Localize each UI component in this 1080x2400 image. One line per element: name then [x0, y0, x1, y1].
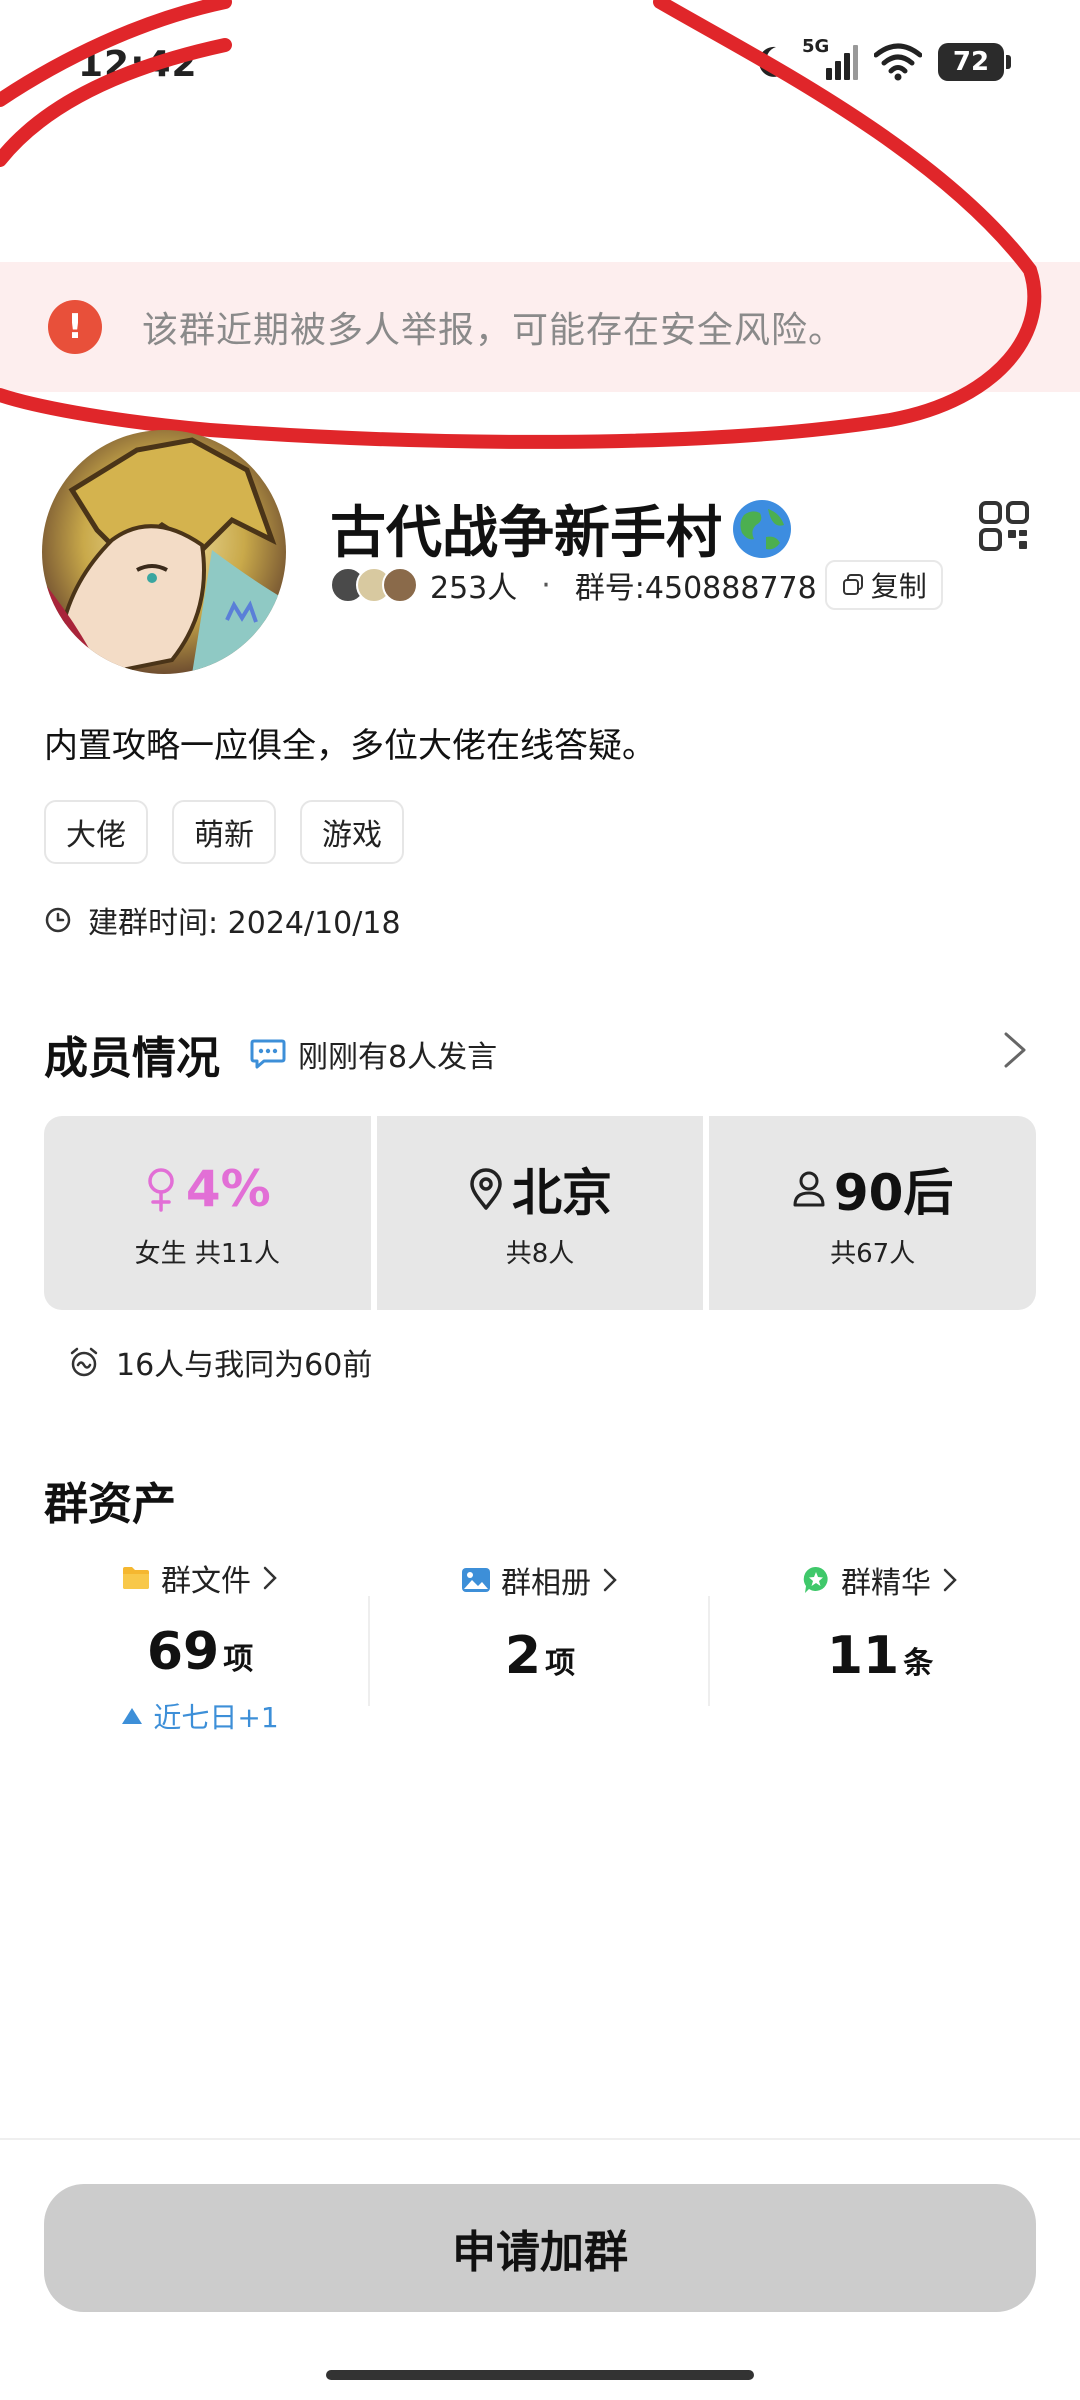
stat-age-value: 90后 [833, 1163, 954, 1222]
asset-album[interactable]: 群相册 2 项 [370, 1556, 710, 1736]
tag-youxi[interactable]: 游戏 [300, 800, 404, 864]
group-description: 内置攻略一应俱全，多位大佬在线答疑。 [44, 726, 656, 766]
triangle-up-icon [122, 1708, 143, 1724]
cellular-signal-icon: 5G [802, 36, 858, 82]
apply-join-button[interactable]: 申请加群 [44, 2184, 1036, 2312]
group-meta-row: 253人 · 群号:450888778 复制 [330, 560, 943, 610]
asset-files-head: 群文件 [121, 1556, 279, 1600]
stat-age-main: 90后 [792, 1157, 953, 1222]
stat-location-sub: 共8人 [505, 1238, 575, 1269]
photo-album-icon [462, 1568, 490, 1592]
member-stats: 4% 女生 共11人 北京 共8人 90后 共67人 [44, 1116, 1037, 1310]
asset-files-trend-text: 近七日+1 [153, 1701, 279, 1734]
battery-icon: 72 [938, 43, 1011, 81]
location-pin-icon [470, 1167, 502, 1210]
members-section-title: 成员情况 [44, 1033, 220, 1084]
stat-card-gender[interactable]: 4% 女生 共11人 [44, 1116, 371, 1310]
warning-icon: ! [48, 300, 102, 354]
globe-icon [733, 499, 791, 558]
asset-album-unit: 项 [545, 1646, 576, 1681]
tag-dalao[interactable]: 大佬 [44, 800, 148, 864]
asset-album-head: 群相册 [461, 1556, 619, 1604]
stat-location-main: 北京 [468, 1157, 612, 1222]
asset-album-num: 2 [504, 1626, 542, 1686]
battery-level: 72 [952, 47, 990, 77]
chevron-right-icon [263, 1566, 277, 1590]
stat-gender-value: 4% [185, 1159, 271, 1218]
asset-album-label: 群相册 [501, 1566, 591, 1601]
home-indicator[interactable] [326, 2370, 754, 2380]
group-profile-page: 12:42 5G 72 ! 该群近期被多人举报，可能存在安全风险。 古代战争新手… [0, 0, 1080, 2400]
group-avatar[interactable] [42, 430, 286, 674]
stat-gender-sub: 女生 共11人 [134, 1238, 281, 1269]
asset-files-trend: 近七日+1 [121, 1696, 279, 1736]
asset-essence-num: 11 [826, 1626, 900, 1686]
copy-group-id-button[interactable]: 复制 [824, 560, 943, 610]
qr-code-icon[interactable] [978, 500, 1030, 552]
stat-gender-main: 4% [144, 1157, 271, 1221]
meta-separator: · [541, 567, 551, 603]
group-tags: 大佬 萌新 游戏 [44, 800, 404, 864]
wifi-icon [874, 43, 922, 81]
asset-files-unit: 项 [223, 1642, 254, 1677]
recent-speakers[interactable]: 刚刚有8人发言 [250, 1032, 497, 1076]
same-age-text: 16人与我同为60前 [116, 1348, 373, 1383]
stat-location-value: 北京 [512, 1163, 612, 1222]
moon-icon [758, 46, 784, 77]
asset-files-num: 69 [146, 1622, 220, 1682]
status-bar: 12:42 5G 72 [0, 0, 1080, 130]
asset-files-value: 69 项 [147, 1622, 253, 1682]
asset-essence-unit: 条 [903, 1646, 934, 1681]
stat-card-age[interactable]: 90后 共67人 [709, 1116, 1037, 1310]
person-icon [793, 1171, 825, 1206]
tag-mengxin[interactable]: 萌新 [172, 800, 276, 864]
created-date-row: 建群时间: 2024/10/18 [44, 898, 401, 942]
group-name: 古代战争新手村 [330, 488, 794, 569]
group-id: 群号:450888778 [574, 571, 817, 606]
asset-album-value: 2 项 [505, 1626, 575, 1686]
recent-speakers-text: 刚刚有8人发言 [298, 1040, 498, 1075]
status-icons: 5G 72 [756, 36, 1011, 82]
warning-text: 该群近期被多人举报，可能存在安全风险。 [142, 310, 846, 351]
member-count: 253人 [430, 571, 518, 606]
group-assets: 群文件 69 项 近七日+1 群相册 2 项 群精华 11 条 [0, 1556, 1080, 1736]
star-badge-icon [803, 1566, 828, 1593]
copy-icon [842, 574, 863, 595]
member-avatars[interactable] [330, 567, 418, 603]
chevron-right-icon [943, 1568, 957, 1592]
chat-bubble-icon [250, 1039, 286, 1069]
asset-files-label: 群文件 [161, 1564, 251, 1599]
group-name-text: 古代战争新手村 [330, 501, 722, 566]
female-icon [148, 1167, 174, 1212]
asset-essence[interactable]: 群精华 11 条 [710, 1556, 1050, 1736]
asset-files[interactable]: 群文件 69 项 近七日+1 [30, 1556, 370, 1736]
chevron-right-icon[interactable] [1000, 1030, 1030, 1070]
same-age-row[interactable]: 16人与我同为60前 [68, 1340, 372, 1384]
asset-essence-value: 11 条 [827, 1626, 933, 1686]
created-date-text: 建群时间: 2024/10/18 [88, 906, 401, 941]
member-avatar [382, 567, 418, 603]
assets-section-title: 群资产 [44, 1479, 176, 1530]
security-warning-banner: ! 该群近期被多人举报，可能存在安全风险。 [0, 262, 1080, 392]
clock-icon [45, 907, 71, 933]
asset-essence-label: 群精华 [841, 1566, 931, 1601]
copy-label: 复制 [870, 570, 927, 603]
folder-icon [123, 1567, 149, 1589]
bottom-divider [0, 2138, 1080, 2140]
alarm-clock-icon [70, 1347, 98, 1377]
stat-age-sub: 共67人 [830, 1238, 916, 1269]
status-time: 12:42 [78, 44, 198, 85]
chevron-right-icon [603, 1568, 617, 1592]
asset-essence-head: 群精华 [801, 1556, 959, 1604]
stat-card-location[interactable]: 北京 共8人 [376, 1116, 704, 1310]
